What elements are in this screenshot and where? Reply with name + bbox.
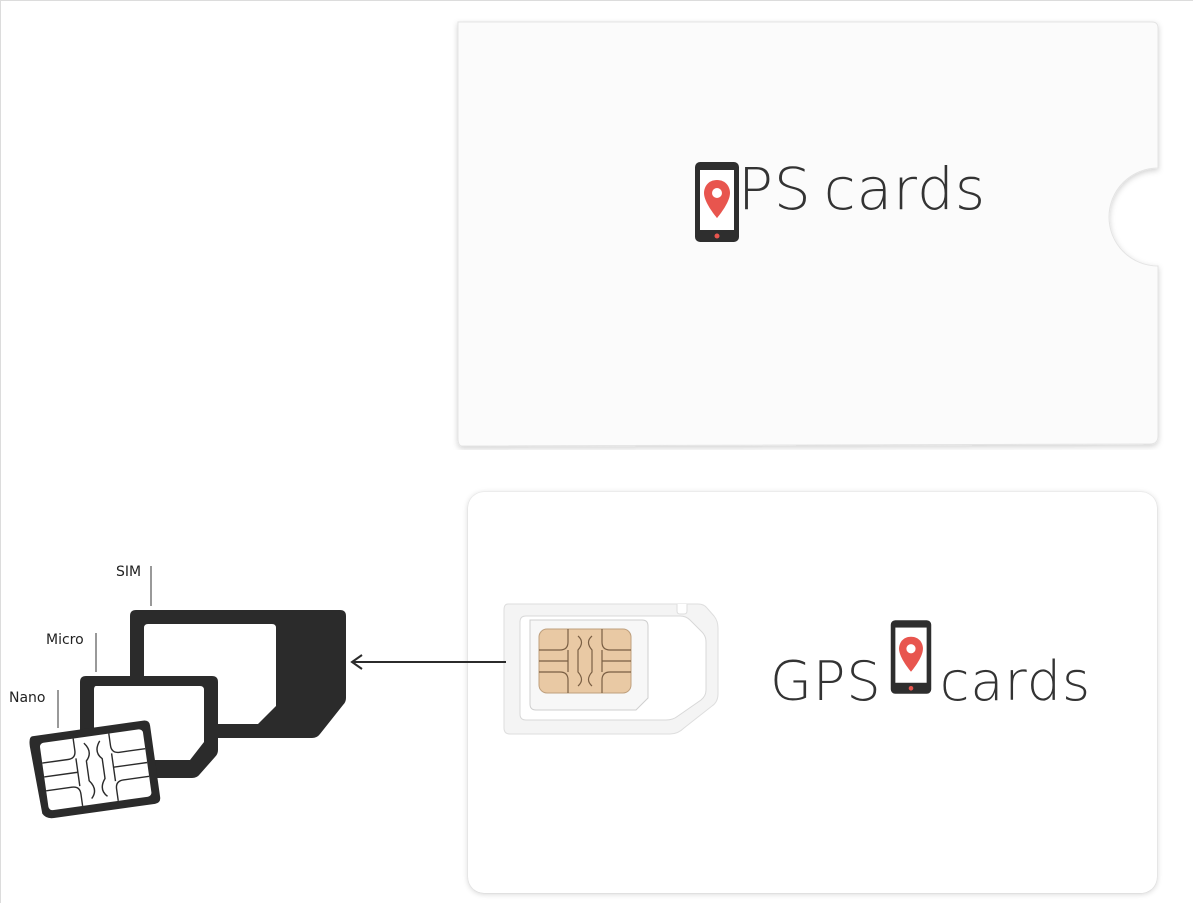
- arrow-left-icon: [350, 654, 506, 670]
- phone-location-icon: [888, 618, 934, 709]
- sim-label-standard: SIM: [116, 564, 142, 580]
- card-sleeve: GPS cards: [452, 18, 1164, 450]
- sim-card: GPS cards: [468, 492, 1157, 893]
- logo-right-word: cards: [823, 155, 987, 223]
- card-logo: GPS cards: [770, 618, 1091, 709]
- sim-label-micro: Micro: [46, 632, 84, 648]
- sleeve-shape: [457, 21, 1159, 447]
- sim-chip-icon: [538, 628, 632, 694]
- logo-right-word: cards: [939, 650, 1092, 713]
- sleeve-logo: GPS cards: [692, 155, 987, 242]
- frame-border-top: [0, 0, 1193, 1]
- sim-label-nano: Nano: [9, 690, 46, 706]
- logo-left-word: GPS: [770, 650, 882, 713]
- frame-border-left: [0, 0, 1, 903]
